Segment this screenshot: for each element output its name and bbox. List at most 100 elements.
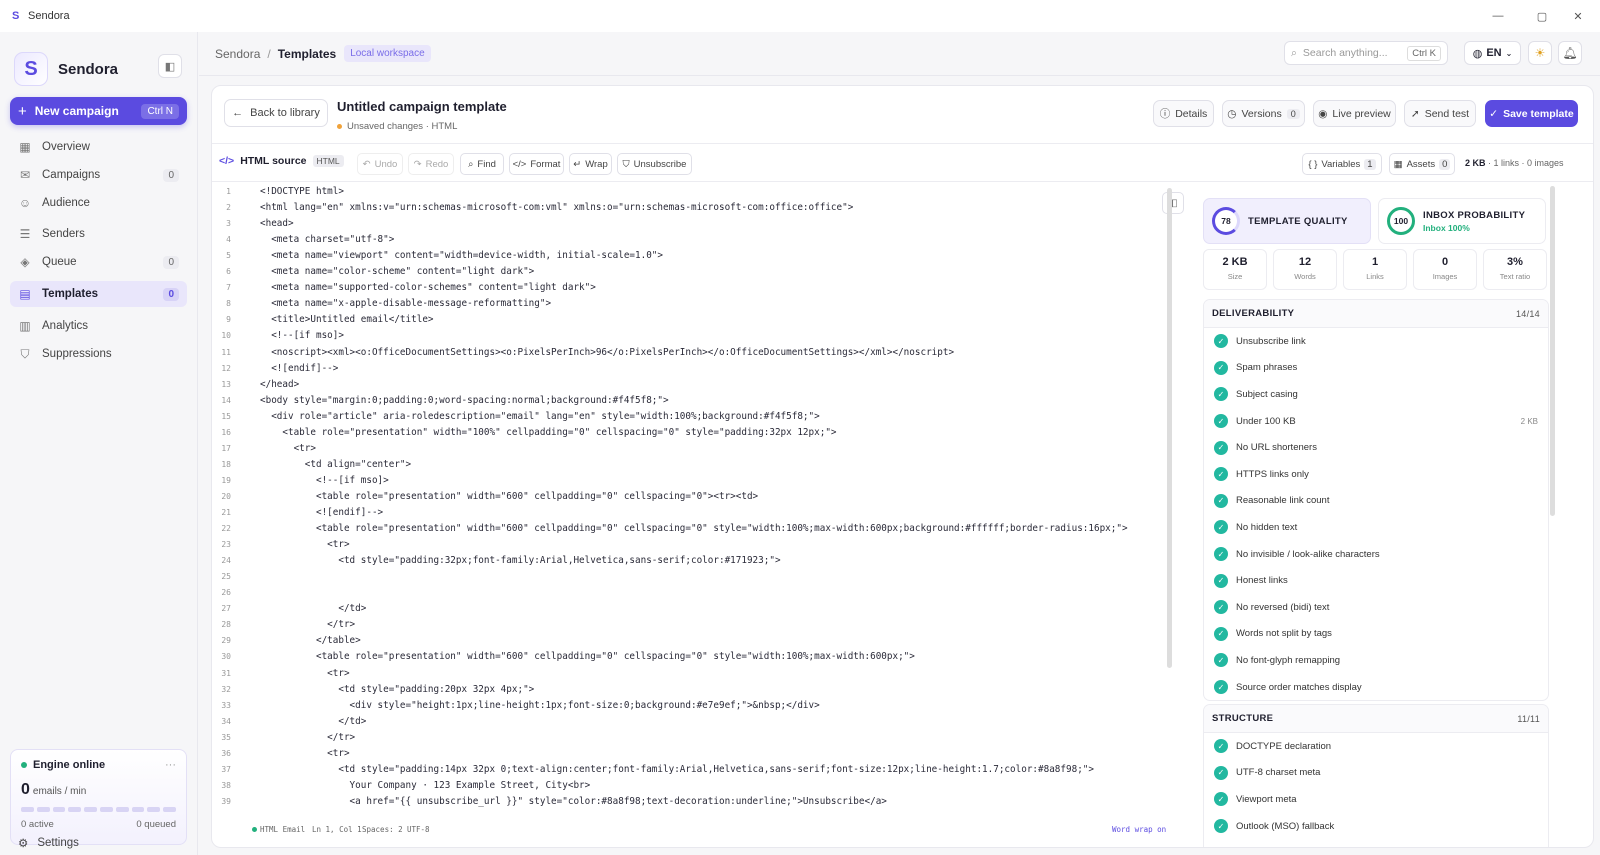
language-select[interactable]: ◍ EN ⌄ <box>1464 41 1521 65</box>
code-line[interactable]: <a href="{{ unsubscribe_url }}" style="c… <box>260 796 887 807</box>
undo-button[interactable]: ↶ Undo <box>357 153 403 175</box>
code-line[interactable]: <td align="center"> <box>260 459 411 470</box>
code-line[interactable]: </tr> <box>260 619 355 630</box>
code-line[interactable]: <![endif]--> <box>260 363 338 374</box>
check-item[interactable]: ✓ Unsubscribe link <box>1204 328 1548 355</box>
code-editor[interactable]: 1 <!DOCTYPE html> 2 <html lang="en" xmlns:v… <box>212 182 1172 809</box>
panel-scrollbar[interactable] <box>1550 186 1555 516</box>
code-line[interactable]: </table> <box>260 635 361 646</box>
check-item[interactable]: ✓ No font-glyph remapping <box>1204 647 1548 674</box>
code-line[interactable]: <td style="padding:20px 32px 4px;"> <box>260 684 534 695</box>
save-template-button[interactable]: ✓ Save template <box>1485 100 1578 127</box>
assets-button[interactable]: ▦ Assets 0 <box>1389 153 1455 175</box>
check-item[interactable]: ✓ No hidden text <box>1204 514 1548 541</box>
sidebar-item-queue[interactable]: ◈ Queue 0 <box>10 249 187 275</box>
details-button[interactable]: ⓘ Details <box>1153 100 1214 127</box>
check-item[interactable]: ✓ Honest links <box>1204 567 1548 594</box>
more-icon[interactable]: ··· <box>165 759 176 771</box>
code-line[interactable]: <td style="padding:14px 32px 0;text-alig… <box>260 764 1094 775</box>
code-line[interactable]: <![endif]--> <box>260 507 383 518</box>
code-line[interactable]: <tr> <box>260 668 349 679</box>
redo-button[interactable]: ↷ Redo <box>408 153 454 175</box>
template-title[interactable]: Untitled campaign template <box>337 99 507 114</box>
check-item[interactable]: ✓ Spam phrases <box>1204 355 1548 382</box>
code-line[interactable]: </td> <box>260 716 366 727</box>
code-line[interactable]: <head> <box>260 218 294 229</box>
template-quality-card[interactable]: 78 TEMPLATE QUALITY <box>1203 198 1371 244</box>
back-to-library-button[interactable]: ← Back to library <box>224 99 328 127</box>
sidebar-item-templates[interactable]: ▤ Templates 0 <box>10 281 187 307</box>
stat-words: 12 Words <box>1273 249 1337 290</box>
check-item[interactable]: ✓ HTTPS links only <box>1204 461 1548 488</box>
check-item[interactable]: ✓ Under 100 KB 2 KB <box>1204 408 1548 435</box>
code-line[interactable]: <meta name="supported-color-schemes" con… <box>260 282 596 293</box>
sidebar-item-audience[interactable]: ☺ Audience <box>10 190 187 216</box>
close-button[interactable]: ✕ <box>1556 0 1600 32</box>
check-item[interactable]: ✓ Reasonable link count <box>1204 488 1548 515</box>
format-button[interactable]: </> Format <box>509 153 564 175</box>
bell-icon[interactable]: 🔔︎ <box>1558 41 1582 65</box>
code-line[interactable]: </head> <box>260 379 299 390</box>
collapse-sidebar-icon[interactable]: ◧ <box>158 54 182 78</box>
code-line[interactable]: <!DOCTYPE html> <box>260 186 344 197</box>
check-item[interactable]: ✓ Viewport meta <box>1204 786 1548 813</box>
status-position: Ln 1, Col 1 <box>312 824 362 834</box>
check-item[interactable]: ✓ Source order matches display <box>1204 674 1548 701</box>
find-button[interactable]: ⌕ Find <box>460 153 504 175</box>
code-line[interactable]: <div role="article" aria-roledescription… <box>260 411 820 422</box>
code-line[interactable]: <table role="presentation" width="100%" … <box>260 427 836 438</box>
wrap-button[interactable]: ↵ Wrap <box>569 153 612 175</box>
check-label: UTF-8 charset meta <box>1236 767 1321 779</box>
unsubscribe-button[interactable]: ⛉ Unsubscribe <box>617 153 692 175</box>
live-preview-button[interactable]: ◉ Live preview <box>1313 100 1396 127</box>
check-item[interactable]: ✓ No URL shorteners <box>1204 434 1548 461</box>
sidebar-item-campaigns[interactable]: ✉ Campaigns 0 <box>10 162 187 188</box>
code-line[interactable]: <html lang="en" xmlns:v="urn:schemas-mic… <box>260 202 853 213</box>
code-line[interactable]: <noscript><xml><o:OfficeDocumentSettings… <box>260 347 954 358</box>
versions-button[interactable]: ◷ Versions 0 <box>1222 100 1305 127</box>
code-line[interactable]: <table role="presentation" width="600" c… <box>260 523 1128 534</box>
theme-toggle-sun-icon[interactable]: ☀ <box>1528 41 1552 65</box>
check-item[interactable]: ✓ Words not split by tags <box>1204 621 1548 648</box>
editor-scrollbar[interactable] <box>1167 188 1172 668</box>
check-item[interactable]: ✓ No invisible / look-alike characters <box>1204 541 1548 568</box>
sidebar-item-analytics[interactable]: ▥ Analytics <box>10 313 187 339</box>
code-line[interactable]: <meta charset="utf-8"> <box>260 234 394 245</box>
sidebar-item-senders[interactable]: ☰ Senders <box>10 221 187 247</box>
code-line[interactable]: <meta name="color-scheme" content="light… <box>260 266 534 277</box>
code-line[interactable]: <body style="margin:0;padding:0;word-spa… <box>260 395 669 406</box>
check-item[interactable]: ✓ UTF-8 charset meta <box>1204 760 1548 787</box>
check-label: Reasonable link count <box>1236 495 1330 507</box>
code-line[interactable]: Your Company · 123 Example Street, City<… <box>260 780 591 791</box>
code-line[interactable]: <meta name="x-apple-disable-message-refo… <box>260 298 551 309</box>
settings-link[interactable]: ⚙ Settings <box>18 836 79 850</box>
code-line[interactable]: <!--[if mso]> <box>260 475 389 486</box>
code-line[interactable]: </td> <box>260 603 366 614</box>
check-item[interactable]: ✓ DOCTYPE declaration <box>1204 733 1548 760</box>
check-circle-icon: ✓ <box>1214 573 1228 588</box>
inbox-probability-card[interactable]: 100 INBOX PROBABILITY Inbox 100% <box>1378 198 1546 244</box>
code-line[interactable]: </tr> <box>260 732 355 743</box>
check-item[interactable]: ✓ Outlook (MSO) fallback <box>1204 813 1548 840</box>
code-line[interactable]: <table role="presentation" width="600" c… <box>260 651 915 662</box>
sidebar-item-suppressions[interactable]: ⛉ Suppressions <box>10 341 187 367</box>
sidebar-item-overview[interactable]: ▦ Overview <box>10 134 187 160</box>
code-line[interactable]: <meta name="viewport" content="width=dev… <box>260 250 663 261</box>
send-test-button[interactable]: ➚ Send test <box>1404 100 1476 127</box>
check-item[interactable]: ✓ No reversed (bidi) text <box>1204 594 1548 621</box>
check-item[interactable]: ✓ Subject casing <box>1204 381 1548 408</box>
code-line[interactable]: <tr> <box>260 443 316 454</box>
breadcrumb-root[interactable]: Sendora <box>215 47 260 61</box>
search-input[interactable]: ⌕ Search anything... Ctrl K <box>1284 41 1448 65</box>
code-line[interactable]: <tr> <box>260 539 349 550</box>
code-line[interactable]: <title>Untitled email</title> <box>260 314 433 325</box>
minimize-button[interactable]: — <box>1476 0 1520 32</box>
code-line[interactable]: <td style="padding:32px;font-family:Aria… <box>260 555 780 566</box>
code-line[interactable]: <tr> <box>260 748 349 759</box>
variables-button[interactable]: { } Variables 1 <box>1302 153 1382 175</box>
code-line[interactable]: <div style="height:1px;line-height:1px;f… <box>260 700 820 711</box>
toggle-panel-icon[interactable]: ◧ <box>1162 192 1184 214</box>
new-campaign-button[interactable]: + New campaign Ctrl N <box>10 97 187 125</box>
code-line[interactable]: <!--[if mso]> <box>260 330 344 341</box>
code-line[interactable]: <table role="presentation" width="600" c… <box>260 491 758 502</box>
